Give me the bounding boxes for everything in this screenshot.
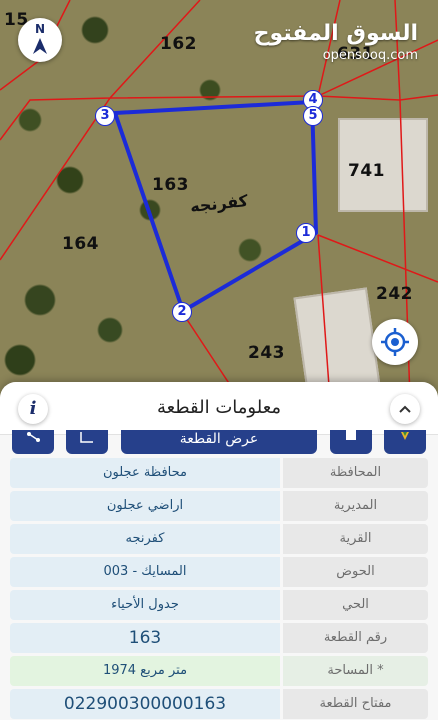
view-parcel-button[interactable]: عرض القطعة bbox=[121, 430, 317, 454]
parcel-info-table: محافظة عجلون المحافظة اراضي عجلون المدير… bbox=[10, 458, 428, 720]
logo-latin-text: opensooq.com bbox=[322, 48, 418, 63]
logo-arabic-text: السوق المفتوح bbox=[253, 21, 418, 46]
info-row-parcel-key: 022900300000163 مفتاح القطعة bbox=[10, 689, 428, 719]
measure-icon bbox=[80, 432, 93, 443]
info-value: المسايك - 003 bbox=[10, 557, 280, 587]
compass-button[interactable]: N bbox=[18, 18, 62, 62]
info-label: القرية bbox=[283, 524, 428, 554]
marker-icon bbox=[401, 432, 409, 440]
info-value: محافظة عجلون bbox=[10, 458, 280, 488]
info-value: جدول الأحياء bbox=[10, 590, 280, 620]
sheet-title: معلومات القطعة bbox=[156, 397, 282, 418]
compass-north-label: N bbox=[34, 22, 46, 36]
vertex-marker[interactable]: 2 bbox=[172, 302, 192, 322]
marker-button[interactable] bbox=[384, 430, 426, 454]
vertex-marker[interactable]: 3 bbox=[95, 106, 115, 126]
opensooq-logo: السوق المفتوح opensooq.com bbox=[228, 20, 418, 72]
info-label: الحي bbox=[283, 590, 428, 620]
info-row-parcel-number: 163 رقم القطعة bbox=[10, 623, 428, 653]
info-row-governorate: محافظة عجلون المحافظة bbox=[10, 458, 428, 488]
locate-button[interactable] bbox=[372, 319, 418, 365]
collapse-button[interactable] bbox=[390, 394, 420, 424]
share-icon bbox=[27, 432, 40, 442]
bookmark-icon bbox=[346, 430, 356, 440]
vertex-marker[interactable]: 5 bbox=[303, 106, 323, 126]
info-row-district: جدول الأحياء الحي bbox=[10, 590, 428, 620]
chevron-up-icon bbox=[399, 405, 411, 413]
measure-button[interactable] bbox=[66, 430, 108, 454]
info-row-basin: المسايك - 003 الحوض bbox=[10, 557, 428, 587]
info-value: 022900300000163 bbox=[10, 689, 280, 719]
info-value: 163 bbox=[10, 623, 280, 653]
view-parcel-label: عرض القطعة bbox=[179, 431, 259, 447]
satellite-map[interactable]: 162 163 164 741 242 243 631 15 كفرنجه 1 … bbox=[0, 0, 438, 400]
bookmark-button[interactable] bbox=[330, 430, 372, 454]
info-value: اراضي عجلون bbox=[10, 491, 280, 521]
parcel-label: 741 bbox=[348, 161, 385, 181]
parcel-label: 162 bbox=[160, 34, 197, 54]
info-label: مفتاح القطعة bbox=[283, 689, 428, 719]
info-label: الحوض bbox=[283, 557, 428, 587]
parcel-label: 243 bbox=[248, 343, 285, 363]
parcel-label: 242 bbox=[376, 284, 413, 304]
info-row-area: 1974 متر مربع المساحة * bbox=[10, 656, 428, 686]
crosshair-icon bbox=[381, 328, 409, 356]
info-label: المحافظة bbox=[283, 458, 428, 488]
info-value: كفرنجه bbox=[10, 524, 280, 554]
info-label: رقم القطعة bbox=[283, 623, 428, 653]
sheet-header[interactable]: i معلومات القطعة bbox=[0, 382, 438, 435]
info-label: المديرية bbox=[283, 491, 428, 521]
parcel-label: 163 bbox=[152, 175, 189, 195]
parcel-info-sheet: i معلومات القطعة عرض القطعة محافظة عجلون… bbox=[0, 382, 438, 720]
parcel-label: 164 bbox=[62, 234, 99, 254]
share-button[interactable] bbox=[12, 430, 54, 454]
info-row-village: كفرنجه القرية bbox=[10, 524, 428, 554]
info-label: المساحة * bbox=[283, 656, 428, 686]
info-value: 1974 متر مربع bbox=[10, 656, 280, 686]
vertex-marker[interactable]: 1 bbox=[296, 223, 316, 243]
info-row-directorate: اراضي عجلون المديرية bbox=[10, 491, 428, 521]
